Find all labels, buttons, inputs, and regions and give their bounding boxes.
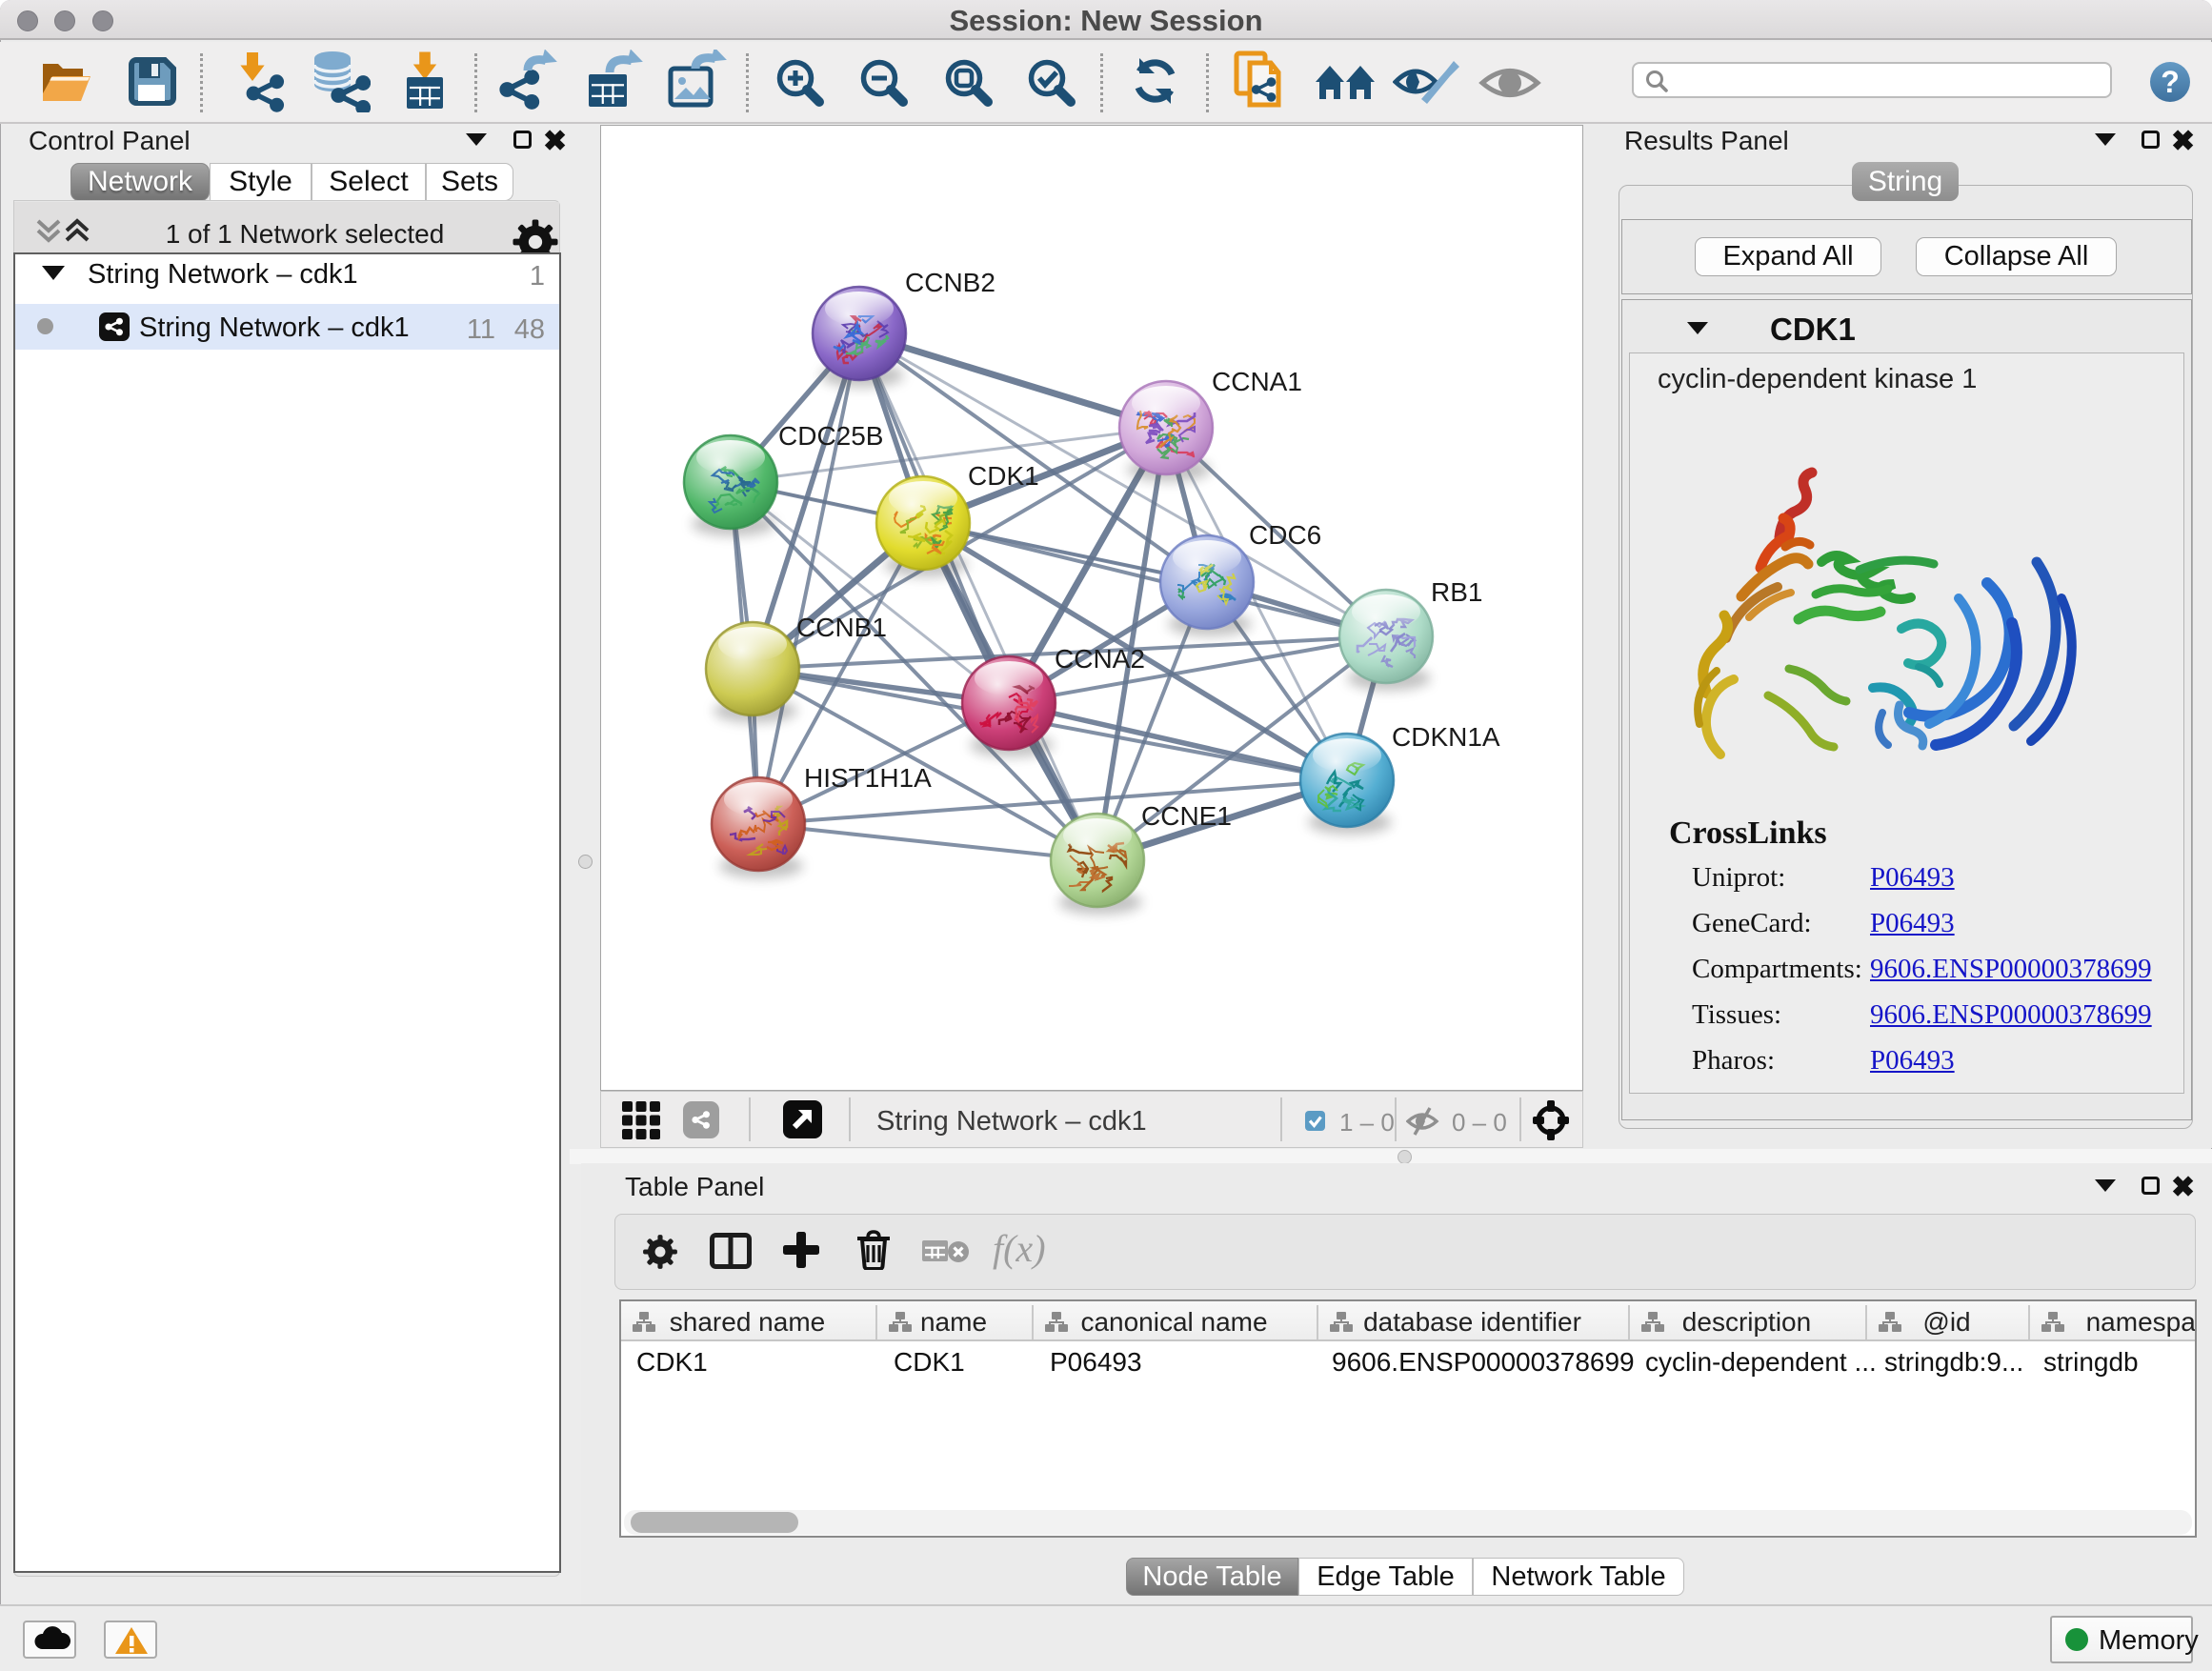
svg-text:CDKN1A: CDKN1A [1392,722,1500,752]
svg-text:RB1: RB1 [1431,577,1482,607]
svg-text:CCNE1: CCNE1 [1141,801,1232,831]
svg-text:CCNB1: CCNB1 [796,613,887,642]
svg-text:CCNB2: CCNB2 [905,268,995,297]
svg-text:CDK1: CDK1 [968,461,1039,491]
svg-text:CCNA2: CCNA2 [1055,644,1145,674]
svg-text:CDC25B: CDC25B [778,421,883,451]
svg-text:CDC6: CDC6 [1249,520,1321,550]
svg-text:CCNA1: CCNA1 [1212,367,1302,396]
svg-text:HIST1H1A: HIST1H1A [804,763,932,793]
